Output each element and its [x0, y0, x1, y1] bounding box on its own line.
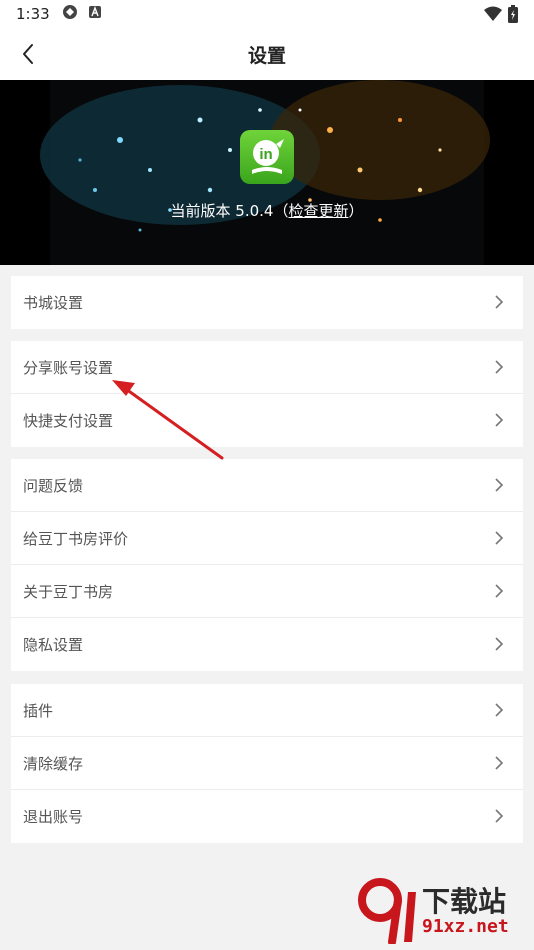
version-text: 当前版本 5.0.4（	[170, 202, 289, 220]
chevron-right-icon	[495, 703, 504, 717]
settings-row-label: 快捷支付设置	[23, 412, 114, 430]
settings-row-label: 插件	[23, 701, 54, 720]
svg-text:in: in	[259, 146, 272, 163]
settings-row-clear-cache[interactable]: 清除缓存	[11, 737, 523, 790]
settings-group-account: 分享账号设置 快捷支付设置	[11, 341, 523, 447]
settings-row-label: 关于豆丁书房	[23, 582, 114, 601]
watermark-9-icon	[358, 878, 416, 946]
settings-row-rate-app[interactable]: 给豆丁书房评价	[11, 512, 523, 565]
settings-row-quick-pay[interactable]: 快捷支付设置	[11, 394, 523, 447]
app-logo: in	[240, 130, 294, 184]
chevron-right-icon	[495, 809, 504, 823]
status-time: 1:33	[16, 5, 50, 23]
version-close-paren: ）	[348, 202, 364, 220]
battery-icon	[508, 5, 518, 27]
chevron-right-icon	[495, 531, 504, 545]
chevron-right-icon	[495, 413, 504, 427]
chevron-right-icon	[495, 584, 504, 598]
chevron-right-icon	[495, 637, 504, 651]
settings-row-label: 书城设置	[23, 294, 84, 312]
settings-group-system: 插件 清除缓存 退出账号	[11, 684, 523, 843]
settings-group-bookstore: 书城设置	[11, 276, 523, 329]
settings-row-label: 问题反馈	[23, 476, 84, 495]
settings-row-plugins[interactable]: 插件	[11, 684, 523, 737]
watermark-url: 91xz.net	[422, 916, 509, 937]
back-button[interactable]	[14, 40, 42, 68]
settings-row-label: 给豆丁书房评价	[23, 529, 129, 548]
settings-row-privacy[interactable]: 隐私设置	[11, 618, 523, 671]
watermark-title: 下载站	[422, 885, 507, 918]
app-header: 设置	[0, 28, 534, 80]
check-update-link[interactable]: 检查更新	[288, 202, 348, 220]
chevron-right-icon	[495, 360, 504, 374]
settings-row-label: 分享账号设置	[23, 358, 114, 377]
settings-row-about[interactable]: 关于豆丁书房	[11, 565, 523, 618]
chevron-right-icon	[495, 756, 504, 770]
app-banner: in 当前版本 5.0.4（检查更新）	[0, 80, 534, 265]
chevron-left-icon	[23, 44, 33, 64]
settings-row-share-account[interactable]: 分享账号设置	[11, 341, 523, 394]
status-bar: 1:33	[0, 0, 534, 28]
watermark-logo: 下载站 91xz.net	[358, 878, 528, 946]
notification-a-icon	[88, 5, 102, 23]
settings-row-feedback[interactable]: 问题反馈	[11, 459, 523, 512]
settings-row-bookstore[interactable]: 书城设置	[11, 276, 523, 329]
wifi-icon	[484, 6, 502, 26]
chevron-right-icon	[495, 478, 504, 492]
settings-row-label: 清除缓存	[23, 754, 84, 773]
sync-icon	[62, 4, 78, 24]
settings-row-label: 隐私设置	[23, 636, 84, 654]
page-title: 设置	[247, 44, 286, 67]
settings-row-logout[interactable]: 退出账号	[11, 790, 523, 843]
chevron-right-icon	[495, 295, 504, 309]
version-info: 当前版本 5.0.4（检查更新）	[0, 200, 534, 221]
settings-row-label: 退出账号	[23, 808, 84, 826]
settings-group-about: 问题反馈 给豆丁书房评价 关于豆丁书房 隐私设置	[11, 459, 523, 671]
